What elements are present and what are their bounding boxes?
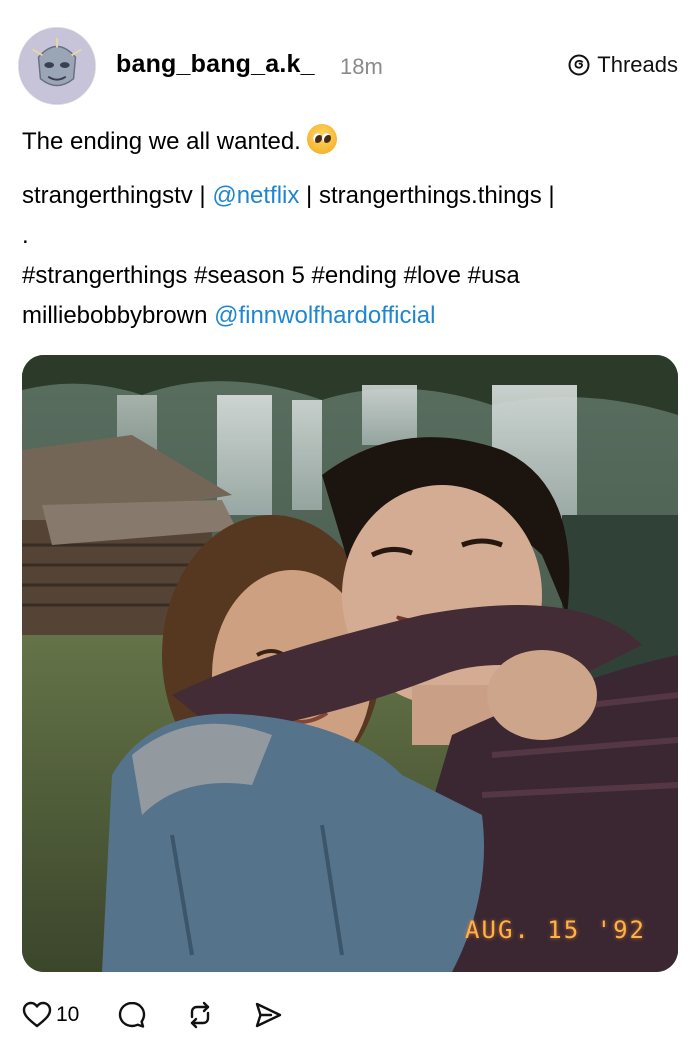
repost-button[interactable]	[185, 1000, 215, 1030]
photo-date-stamp: AUG. 15 '92	[465, 916, 646, 944]
mention-link[interactable]: @finnwolfhardofficial	[214, 302, 435, 329]
photo-image	[22, 355, 678, 972]
post-actions: 10	[22, 995, 321, 1035]
caption-hashtags: #strangerthings #season 5 #ending #love …	[22, 262, 520, 289]
mention-link[interactable]: @netflix	[212, 182, 299, 209]
avatar[interactable]	[18, 27, 96, 105]
share-button[interactable]	[253, 1000, 283, 1030]
caption-line-2: strangerthingstv | @netflix | strangerth…	[22, 176, 682, 216]
send-icon	[256, 1002, 282, 1028]
repost-icon	[191, 1001, 210, 1029]
post-photo[interactable]: AUG. 15 '92	[22, 355, 678, 972]
post-caption: The ending we all wanted. strangerthings…	[22, 122, 682, 336]
threads-brand[interactable]: Threads	[567, 52, 678, 78]
caption-text: milliebobbybrown	[22, 302, 215, 329]
caption-text: | strangerthings.things |	[299, 182, 555, 209]
caption-line-5: milliebobbybrown @finnwolfhardofficial	[22, 296, 682, 336]
comment-bubble-icon	[119, 1001, 146, 1028]
avatar-image	[19, 28, 95, 104]
pleading-face-emoji	[306, 124, 337, 154]
threads-logo-icon	[568, 54, 590, 76]
username[interactable]: bang_bang_a.k_	[116, 50, 315, 79]
comment-button[interactable]	[117, 1000, 147, 1030]
caption-text: The ending we all wanted.	[22, 128, 301, 155]
like-count: 10	[56, 1003, 80, 1026]
caption-line-3: .	[22, 222, 29, 249]
like-button[interactable]: 10	[22, 1000, 79, 1030]
heart-icon	[22, 1001, 52, 1028]
post-time: 18m	[340, 54, 383, 79]
caption-text: strangerthingstv |	[22, 182, 213, 209]
post-header: bang_bang_a.k_ 18m Threads	[0, 0, 700, 110]
caption-line-1: The ending we all wanted.	[22, 122, 682, 162]
threads-label: Threads	[597, 52, 678, 77]
